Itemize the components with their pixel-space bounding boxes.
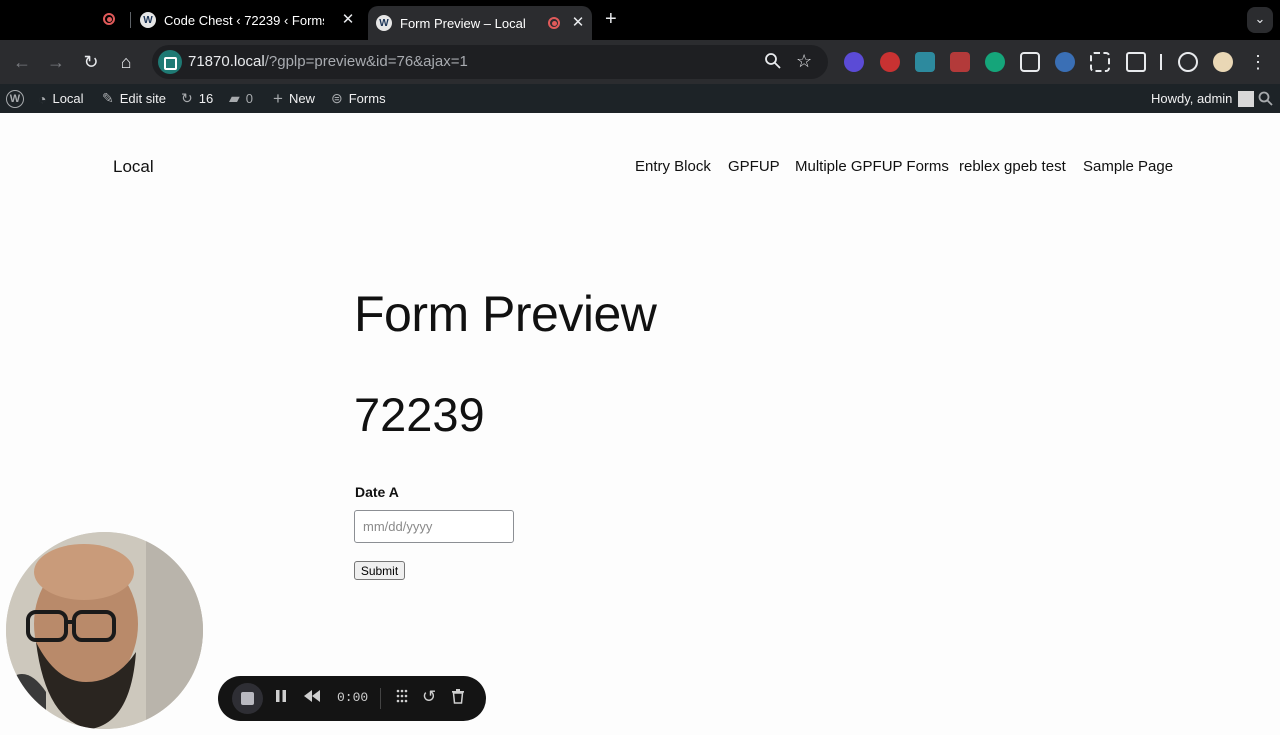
my-account-link[interactable]: Howdy, admin [1151, 84, 1255, 113]
forms-link[interactable]: ⊜ Forms [331, 84, 386, 113]
edit-site-link[interactable]: ✎ Edit site [102, 84, 166, 113]
comments-link[interactable]: ▰ 0 [229, 84, 253, 113]
new-label: New [288, 91, 315, 106]
wp-logo-button[interactable]: W [6, 84, 24, 113]
page-title: Form Preview [354, 286, 657, 342]
comments-count: 0 [245, 91, 254, 106]
kebab-menu-icon[interactable]: ⋮ [1246, 50, 1270, 74]
chevron-down-icon: ⌄ [1254, 11, 1266, 26]
pause-icon [276, 690, 286, 702]
tab-divider [130, 12, 131, 28]
comment-icon: ▰ [229, 90, 240, 106]
url-text[interactable]: 71870.local/?gplp=preview&id=76&ajax=1 [188, 53, 468, 70]
tab-strip: W Code Chest ‹ 72239 ‹ Forms ✕ W Form Pr… [0, 0, 1280, 40]
extension-crop-icon[interactable] [1090, 52, 1110, 72]
tab-title: Form Preview – Local [400, 15, 526, 31]
home-button[interactable]: ⌂ [114, 50, 138, 74]
greeting-text: Howdy, admin [1151, 91, 1233, 106]
user-avatar [1238, 90, 1255, 107]
close-tab-icon[interactable]: ✕ [340, 12, 356, 28]
extension-window-icon[interactable] [1020, 52, 1040, 72]
updates-icon: ↻ [181, 90, 193, 106]
wordpress-icon: W [376, 15, 392, 31]
toolbar-divider [1160, 54, 1162, 70]
wordpress-icon: W [140, 12, 156, 28]
extension-hat-icon[interactable] [1055, 52, 1075, 72]
close-tab-icon[interactable]: ✕ [570, 15, 586, 31]
browser-toolbar: ← → ↻ ⌂ 71870.local/?gplp=preview&id=76&… [0, 40, 1280, 84]
dashboard-icon: ◔ [38, 90, 47, 107]
tab-title: Code Chest ‹ 72239 ‹ Forms [164, 12, 324, 28]
forward-button[interactable]: → [44, 50, 68, 74]
site-info-icon[interactable] [158, 50, 182, 74]
recording-timer: 0:00 [337, 690, 369, 705]
form-title: 72239 [354, 388, 485, 441]
tab-search-button[interactable]: ⌄ [1247, 7, 1273, 33]
tab-code-chest[interactable]: W Code Chest ‹ 72239 ‹ Forms ✕ [140, 6, 362, 34]
admin-search-icon[interactable] [1258, 84, 1273, 113]
grammarly-icon[interactable] [985, 52, 1005, 72]
forms-icon: ⊜ [331, 90, 343, 106]
extension-purple-icon[interactable] [844, 52, 864, 72]
rewind-button[interactable] [303, 688, 321, 707]
pause-button[interactable] [274, 688, 288, 707]
extension-lightning-icon[interactable] [1178, 52, 1198, 72]
date-a-label: Date A [355, 484, 399, 500]
submit-button[interactable]: Submit [354, 561, 405, 580]
nav-entry-block[interactable]: Entry Block [635, 158, 711, 175]
bookmark-star-icon[interactable]: ☆ [796, 51, 812, 72]
plus-icon: + [273, 88, 283, 108]
brush-icon: ✎ [102, 90, 114, 106]
zoom-icon[interactable] [764, 52, 782, 75]
admin-site-label: Local [52, 91, 84, 106]
updates-count: 16 [198, 91, 214, 106]
forms-label: Forms [348, 91, 386, 106]
webcam-bubble[interactable] [6, 532, 203, 729]
wp-admin-bar: W ◔ Local ✎ Edit site ↻ 16 ▰ 0 + New ⊜ F… [0, 84, 1280, 113]
address-bar[interactable]: 71870.local/?gplp=preview&id=76&ajax=1 ☆ [152, 45, 828, 79]
profile-avatar[interactable] [1213, 52, 1233, 72]
url-path: /?gplp=preview&id=76&ajax=1 [264, 53, 468, 70]
recording-indicator-icon [103, 13, 115, 25]
back-button[interactable]: ← [10, 50, 34, 74]
new-content-link[interactable]: + New [273, 84, 315, 113]
extension-teal-icon[interactable] [915, 52, 935, 72]
edit-site-label: Edit site [119, 91, 166, 106]
recording-indicator-icon [548, 17, 560, 29]
restart-icon: ↺ [422, 687, 437, 706]
wordpress-icon: W [6, 89, 24, 108]
trash-icon [452, 689, 464, 704]
site-title-link[interactable]: Local [113, 157, 154, 177]
extension-red-book-icon[interactable] [950, 52, 970, 72]
grid-drag-button[interactable] [394, 688, 410, 707]
extensions-puzzle-icon[interactable] [1126, 52, 1146, 72]
url-host: 71870.local [188, 53, 265, 70]
webcam-feed-image [6, 532, 203, 729]
updates-link[interactable]: ↻ 16 [181, 84, 213, 113]
nav-gpfup[interactable]: GPFUP [728, 158, 780, 175]
delete-button[interactable] [451, 688, 465, 707]
nav-sample-page[interactable]: Sample Page [1083, 158, 1173, 175]
stop-icon [241, 692, 254, 705]
new-tab-button[interactable]: + [605, 8, 617, 31]
nav-reblex-gpeb-test[interactable]: reblex gpeb test [959, 158, 1066, 175]
recording-controls: 0:00 ↺ [218, 676, 486, 721]
date-a-input[interactable] [354, 510, 514, 543]
restart-button[interactable]: ↺ [422, 687, 436, 707]
drag-grid-icon [396, 689, 408, 703]
nav-multiple-gpfup-forms[interactable]: Multiple GPFUP Forms [795, 158, 949, 175]
stop-recording-button[interactable] [232, 683, 263, 714]
extension-red-hand-icon[interactable] [880, 52, 900, 72]
reload-button[interactable]: ↻ [79, 50, 103, 74]
tab-form-preview[interactable]: W Form Preview – Local ✕ [368, 6, 592, 40]
admin-site-link[interactable]: ◔ Local [38, 84, 84, 113]
recorder-divider [380, 688, 381, 709]
rewind-icon [304, 690, 320, 702]
